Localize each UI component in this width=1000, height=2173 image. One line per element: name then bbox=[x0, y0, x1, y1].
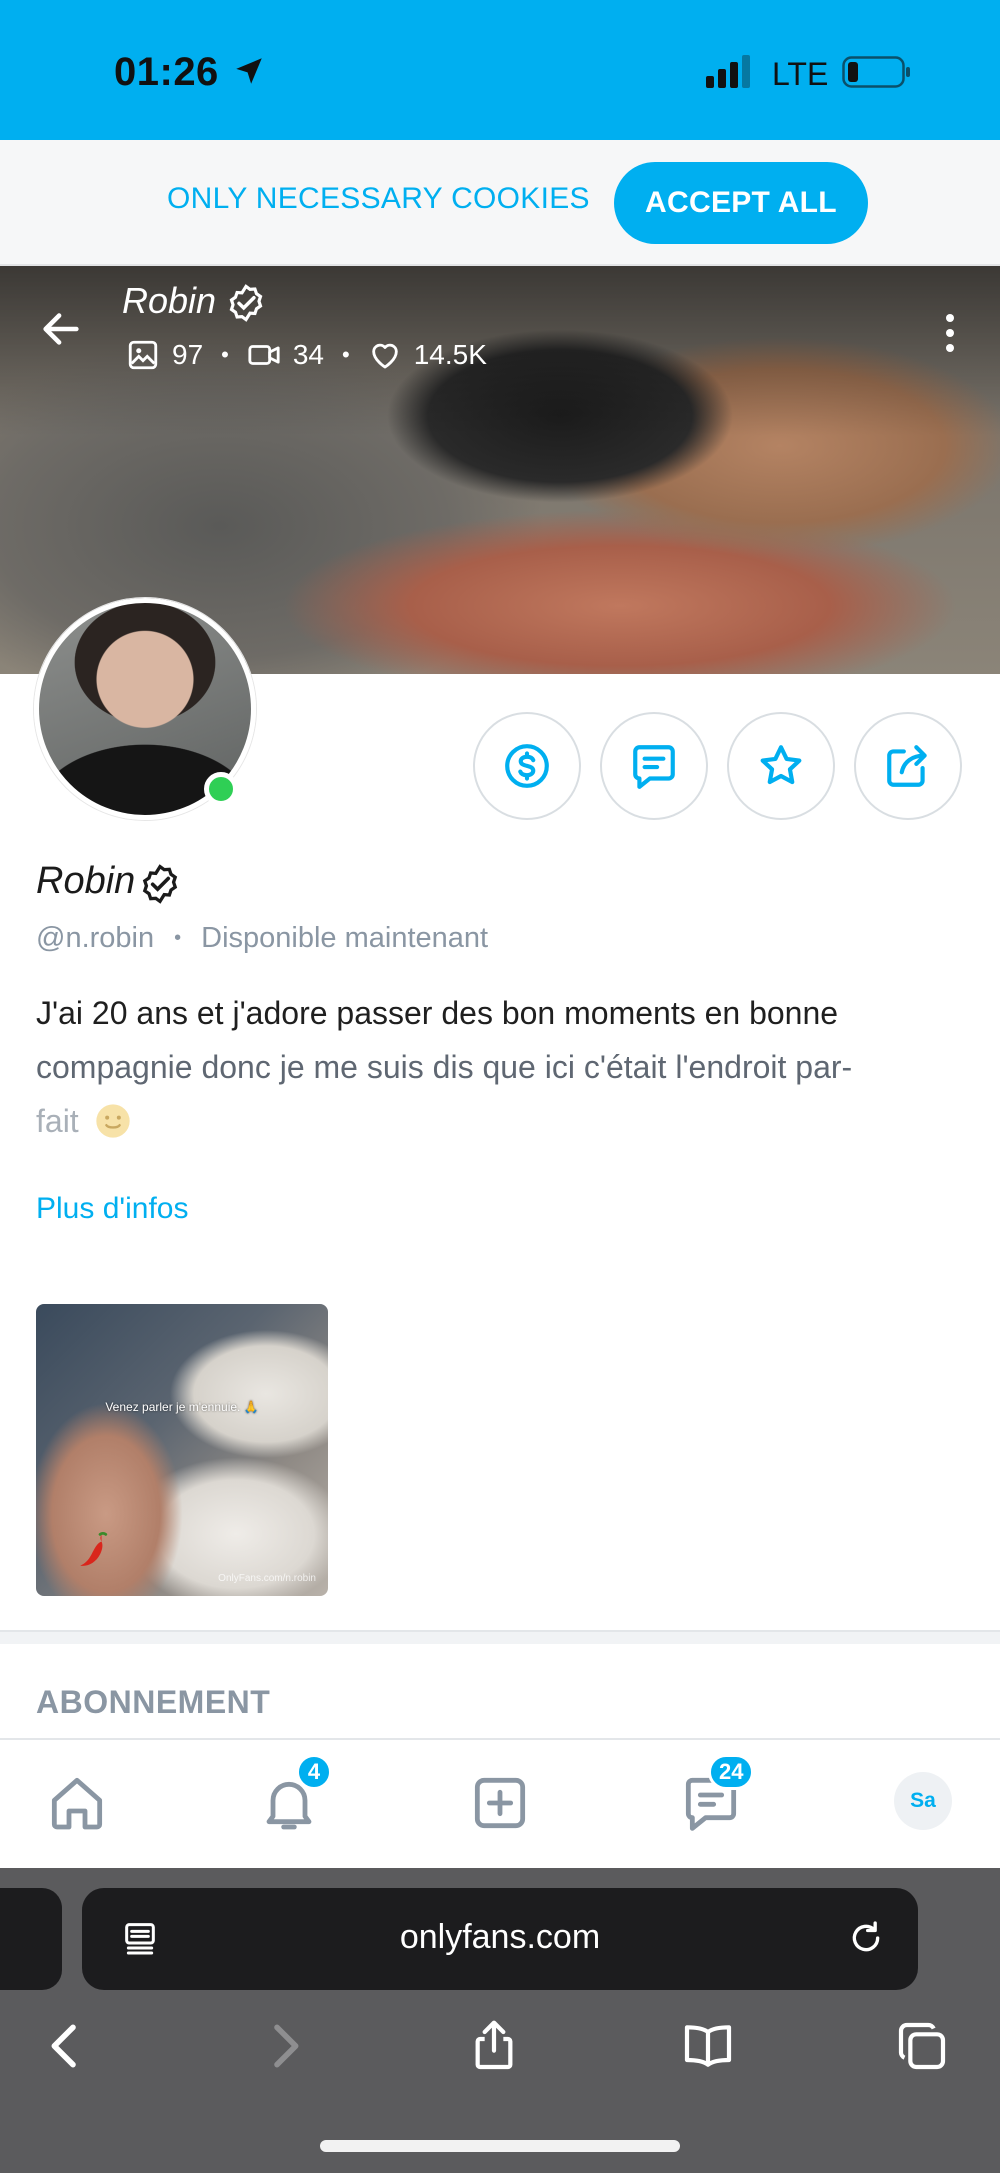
network-label: LTE bbox=[772, 56, 829, 92]
battery-low-icon bbox=[842, 56, 910, 88]
add-post-icon bbox=[474, 1777, 526, 1829]
section-divider bbox=[0, 1630, 1000, 1644]
messages-badge: 24 bbox=[708, 1754, 755, 1790]
back-arrow-icon[interactable] bbox=[38, 306, 84, 352]
more-info-link[interactable]: Plus d'infos bbox=[36, 1192, 188, 1226]
photos-count: 97 bbox=[172, 339, 204, 370]
chat-icon bbox=[633, 745, 675, 789]
handle-separator: • bbox=[174, 927, 182, 949]
address-bar[interactable]: onlyfans.com bbox=[82, 1888, 918, 1990]
dollar-icon bbox=[505, 744, 549, 788]
profile-handle: @n.robin bbox=[36, 922, 155, 954]
chili-pepper-icon bbox=[80, 1531, 108, 1566]
browser-back-icon[interactable] bbox=[38, 2018, 94, 2074]
status-time: 01:26 bbox=[114, 50, 219, 94]
safari-toolbar: onlyfans.com bbox=[0, 1868, 1000, 2173]
bookmarks-icon[interactable] bbox=[680, 2018, 736, 2074]
location-arrow-icon bbox=[236, 58, 262, 84]
profile-bio: J'ai 20 ans et j'adore passer des bon mo… bbox=[36, 986, 976, 1148]
thumbnail-caption: Venez parler je m'ennuie. 🙏 bbox=[105, 1400, 259, 1414]
verified-badge-icon bbox=[142, 864, 178, 904]
bio-line: fait bbox=[36, 1103, 79, 1139]
status-bar: 01:26 LTE bbox=[0, 0, 1000, 140]
handle-row: @n.robin • Disponible maintenant bbox=[36, 922, 488, 955]
notifications-badge: 4 bbox=[296, 1754, 332, 1790]
share-icon bbox=[887, 745, 927, 787]
subscription-section-title: ABONNEMENT bbox=[36, 1684, 271, 1720]
tip-button[interactable] bbox=[473, 712, 581, 820]
previous-tab-preview[interactable] bbox=[0, 1888, 62, 1990]
url-text: onlyfans.com bbox=[399, 1918, 601, 1956]
image-icon bbox=[128, 340, 158, 370]
cover-name: Robin bbox=[122, 280, 217, 321]
profile-name: Robin bbox=[36, 860, 136, 902]
thumbnail-watermark: OnlyFans.com/n.robin bbox=[218, 1573, 316, 1584]
stat-separator: • bbox=[342, 342, 350, 367]
accept-all-cookies-button[interactable]: ACCEPT ALL bbox=[614, 162, 868, 244]
online-status-dot bbox=[204, 772, 238, 806]
reload-icon[interactable] bbox=[846, 1918, 886, 1958]
bottom-nav: 4 24 Sa bbox=[0, 1738, 1000, 1868]
tabs-icon[interactable] bbox=[894, 2018, 950, 2074]
nav-new-post[interactable] bbox=[465, 1768, 535, 1838]
home-icon bbox=[51, 1777, 103, 1830]
star-icon bbox=[760, 745, 802, 785]
heart-icon bbox=[371, 343, 398, 369]
bio-line-last: fait bbox=[36, 1094, 976, 1148]
videos-count: 34 bbox=[292, 339, 325, 370]
video-icon bbox=[248, 345, 280, 365]
cover-stats: 97 • 34 • 14.5K bbox=[126, 338, 487, 372]
smile-emoji-icon bbox=[96, 1104, 130, 1138]
nav-messages[interactable]: 24 bbox=[676, 1754, 755, 1838]
likes-count: 14.5K bbox=[413, 339, 487, 370]
favorite-button[interactable] bbox=[727, 712, 835, 820]
bio-line: compagnie donc je me suis dis que ici c'… bbox=[36, 1049, 853, 1085]
nav-notifications[interactable]: 4 bbox=[254, 1754, 332, 1838]
verified-badge-icon bbox=[229, 284, 263, 322]
share-button[interactable] bbox=[854, 712, 962, 820]
nav-home[interactable] bbox=[42, 1768, 112, 1838]
cookie-banner: ONLY NECESSARY COOKIES ACCEPT ALL bbox=[0, 140, 1000, 266]
availability-status: Disponible maintenant bbox=[201, 922, 489, 954]
share-sheet-icon[interactable] bbox=[466, 2018, 522, 2074]
signal-bars-icon bbox=[706, 55, 750, 88]
only-necessary-cookies-button[interactable]: ONLY NECESSARY COOKIES bbox=[167, 182, 590, 216]
media-thumbnail[interactable]: Venez parler je m'ennuie. 🙏 OnlyFans.com… bbox=[36, 1304, 328, 1596]
bio-line: J'ai 20 ans et j'adore passer des bon mo… bbox=[36, 995, 839, 1031]
home-indicator bbox=[320, 2140, 680, 2152]
nav-user-avatar[interactable]: Sa bbox=[894, 1772, 952, 1830]
more-options-icon[interactable] bbox=[934, 310, 966, 356]
stat-separator: • bbox=[221, 342, 229, 367]
browser-forward-icon[interactable] bbox=[256, 2018, 312, 2074]
message-button[interactable] bbox=[600, 712, 708, 820]
